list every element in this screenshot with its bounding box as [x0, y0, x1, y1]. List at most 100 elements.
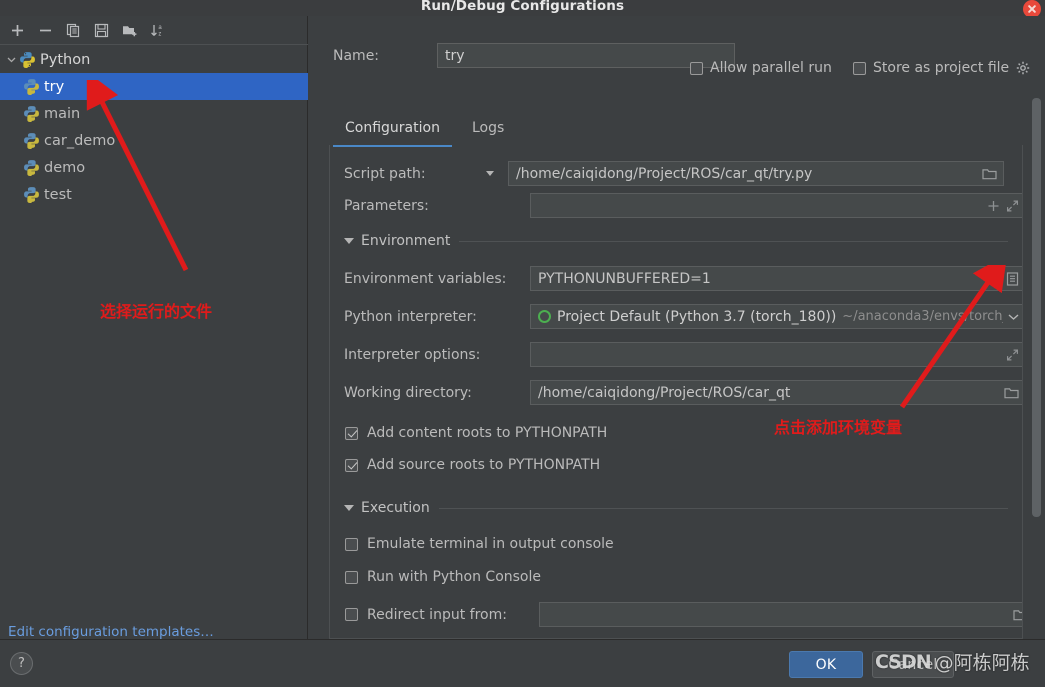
allow-parallel-run-checkbox[interactable]: Allow parallel run — [690, 60, 832, 76]
python-interpreter-row: Python interpreter: Project Default (Pyt… — [344, 304, 1022, 329]
window-title: Run/Debug Configurations — [420, 0, 625, 14]
new-folder-button[interactable] — [118, 19, 141, 42]
tree-item-label: test — [44, 186, 72, 203]
edit-configuration-templates-link[interactable]: Edit configuration templates… — [8, 624, 214, 640]
cancel-button[interactable]: Cancel — [872, 651, 954, 678]
configurations-sidebar: a z Python try main car_demo demo test E… — [0, 16, 308, 687]
chevron-down-icon[interactable] — [344, 238, 354, 244]
checkbox-box[interactable] — [690, 61, 703, 75]
title-bar: Run/Debug Configurations — [0, 0, 1045, 18]
checkbox-box[interactable] — [345, 570, 358, 584]
interpreter-options-row: Interpreter options: — [344, 342, 1022, 367]
run-with-python-console-checkbox[interactable]: Run with Python Console — [345, 569, 541, 585]
tree-item-demo[interactable]: demo — [0, 154, 308, 181]
checkbox-box[interactable] — [345, 458, 358, 472]
save-configuration-button[interactable] — [90, 19, 113, 42]
environment-variables-row: Environment variables: PYTHONUNBUFFERED=… — [344, 266, 1022, 291]
dialog-footer: ? OK Cancel — [0, 639, 1045, 687]
python-icon — [23, 105, 40, 122]
tree-item-car_demo[interactable]: car_demo — [0, 127, 308, 154]
configurations-tree: Python try main car_demo demo test — [0, 46, 308, 208]
tree-item-label: car_demo — [44, 132, 116, 149]
python-interpreter-path-hint: ~/anaconda3/envs/torch_18 — [842, 309, 1003, 324]
tree-item-test[interactable]: test — [0, 181, 308, 208]
add-content-roots-label: Add content roots to PYTHONPATH — [367, 425, 608, 441]
plus-icon[interactable] — [987, 199, 1000, 212]
chevron-down-icon[interactable] — [344, 505, 354, 511]
python-interpreter-label: Python interpreter: — [344, 308, 477, 325]
add-source-roots-checkbox[interactable]: Add source roots to PYTHONPATH — [345, 457, 600, 473]
script-path-input[interactable]: /home/caiqidong/Project/ROS/car_qt/try.p… — [508, 161, 1004, 186]
name-label: Name: — [333, 47, 380, 64]
store-as-project-file-label: Store as project file — [873, 60, 1010, 76]
script-path-row: Script path: /home/caiqidong/Project/ROS… — [344, 161, 1004, 186]
chevron-down-icon[interactable] — [486, 171, 494, 176]
environment-section-title: Environment — [361, 233, 451, 249]
tree-item-main[interactable]: main — [0, 100, 308, 127]
working-directory-value: /home/caiqidong/Project/ROS/car_qt — [538, 384, 791, 401]
svg-text:z: z — [158, 31, 161, 37]
sort-az-icon[interactable]: a z — [146, 19, 169, 42]
add-source-roots-label: Add source roots to PYTHONPATH — [367, 457, 601, 473]
tab-logs[interactable]: Logs — [460, 114, 516, 147]
python-interpreter-value: Project Default (Python 3.7 (torch_180)) — [557, 308, 837, 325]
tree-item-label: demo — [44, 159, 86, 176]
parameters-row: Parameters: — [344, 193, 1022, 218]
parameters-label: Parameters: — [344, 197, 429, 214]
form-scrollbar-thumb[interactable] — [1032, 98, 1041, 517]
tree-group-label: Python — [40, 51, 91, 68]
environment-section-header: Environment — [344, 233, 1008, 249]
python-env-icon — [538, 310, 551, 323]
add-configuration-button[interactable] — [6, 19, 29, 42]
redirect-input-from-input[interactable] — [538, 602, 1022, 627]
configuration-tabs: Configuration Logs — [333, 114, 516, 147]
ok-button[interactable]: OK — [789, 651, 863, 678]
help-button[interactable]: ? — [10, 652, 33, 675]
gear-icon[interactable] — [1016, 61, 1030, 75]
form-scrollbar-track[interactable] — [1009, 145, 1018, 638]
emulate-terminal-label: Emulate terminal in output console — [367, 536, 614, 552]
add-content-roots-checkbox[interactable]: Add content roots to PYTHONPATH — [345, 425, 607, 441]
execution-section-title: Execution — [361, 500, 430, 516]
working-directory-row: Working directory: /home/caiqidong/Proje… — [344, 380, 1022, 405]
execution-section-header: Execution — [344, 500, 1008, 516]
redirect-input-from-checkbox[interactable]: Redirect input from: — [345, 602, 1022, 627]
checkbox-box[interactable] — [345, 537, 358, 551]
working-directory-input[interactable]: /home/caiqidong/Project/ROS/car_qt — [530, 380, 1022, 405]
run-debug-configurations-dialog: Run/Debug Configurations a z Python try … — [0, 0, 1045, 687]
emulate-terminal-checkbox[interactable]: Emulate terminal in output console — [345, 536, 614, 552]
tree-item-try[interactable]: try — [0, 73, 308, 100]
divider — [438, 507, 1008, 509]
tree-group-python[interactable]: Python — [0, 46, 308, 73]
tree-item-label: main — [44, 105, 81, 122]
configuration-form-panel: Name: Allow parallel run Store as projec… — [309, 16, 1045, 639]
environment-variables-value: PYTHONUNBUFFERED=1 — [538, 270, 711, 287]
python-icon — [23, 186, 40, 203]
environment-variables-input[interactable]: PYTHONUNBUFFERED=1 — [530, 266, 1022, 291]
script-path-value: /home/caiqidong/Project/ROS/car_qt/try.p… — [516, 165, 813, 182]
tab-configuration[interactable]: Configuration — [333, 114, 452, 147]
store-as-project-file-checkbox[interactable]: Store as project file — [853, 60, 1030, 76]
allow-parallel-run-label: Allow parallel run — [710, 60, 832, 76]
name-row: Name: — [333, 43, 736, 68]
python-interpreter-select[interactable]: Project Default (Python 3.7 (torch_180))… — [530, 304, 1022, 329]
checkbox-box[interactable] — [345, 608, 358, 621]
configuration-fields-container: Script path: /home/caiqidong/Project/ROS… — [329, 145, 1023, 639]
script-path-label: Script path: — [344, 165, 426, 182]
sidebar-toolbar: a z — [0, 16, 308, 45]
chevron-down-icon[interactable] — [4, 52, 19, 67]
python-icon — [23, 132, 40, 149]
copy-configuration-button[interactable] — [62, 19, 85, 42]
interpreter-options-input[interactable] — [530, 342, 1022, 367]
environment-variables-label: Environment variables: — [344, 270, 507, 287]
python-icon — [19, 51, 36, 68]
working-directory-label: Working directory: — [344, 384, 472, 401]
checkbox-box[interactable] — [853, 61, 866, 75]
remove-configuration-button[interactable] — [34, 19, 57, 42]
divider — [459, 240, 1008, 242]
folder-icon[interactable] — [982, 167, 997, 180]
run-with-python-console-label: Run with Python Console — [367, 569, 542, 585]
annotation-select-file-text: 选择运行的文件 — [100, 302, 213, 321]
parameters-input[interactable] — [530, 193, 1022, 218]
checkbox-box[interactable] — [345, 426, 358, 440]
